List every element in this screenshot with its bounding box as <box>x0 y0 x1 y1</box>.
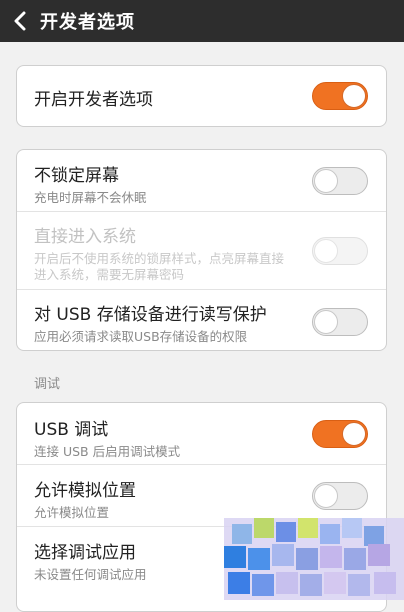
screen-settings-card: 不锁定屏幕 充电时屏幕不会休眠 直接进入系统 开启后不使用系统的锁屏样式，点亮屏… <box>16 149 387 351</box>
toggle-knob <box>314 168 338 193</box>
direct-boot-desc: 开启后不使用系统的锁屏样式，点亮屏幕直接进入系统，需要无屏幕密码 <box>34 251 285 282</box>
usb-storage-protect-toggle[interactable] <box>312 308 368 336</box>
mock-location-toggle[interactable] <box>312 481 368 510</box>
chevron-left-icon <box>14 11 26 31</box>
title-bar: 开发者选项 <box>0 0 404 42</box>
enable-developer-label: 开启开发者选项 <box>34 90 153 110</box>
back-button[interactable] <box>0 0 40 42</box>
debug-section-header: 调试 <box>34 377 61 392</box>
toggle-knob <box>342 84 366 108</box>
usb-debugging-label: USB 调试 <box>34 420 109 440</box>
stay-awake-toggle[interactable] <box>312 166 368 195</box>
developer-options-card: 开启开发者选项 <box>16 65 387 127</box>
stay-awake-desc: 充电时屏幕不会休眠 <box>34 190 147 205</box>
usb-storage-protect-row[interactable]: 对 USB 存储设备进行读写保护 应用必须请求读取USB存储设备的权限 <box>17 290 386 350</box>
page-title: 开发者选项 <box>40 12 135 33</box>
mock-location-label: 允许模拟位置 <box>34 481 136 501</box>
toggle-knob <box>342 421 366 446</box>
watermark-logo <box>224 518 404 600</box>
usb-debugging-desc: 连接 USB 后启用调试模式 <box>34 444 181 459</box>
direct-boot-label: 直接进入系统 <box>34 227 136 247</box>
enable-developer-toggle[interactable] <box>312 82 368 110</box>
toggle-knob <box>314 238 338 263</box>
toggle-knob <box>314 483 338 508</box>
toggle-knob <box>314 310 338 334</box>
usb-storage-protect-desc: 应用必须请求读取USB存储设备的权限 <box>34 329 248 344</box>
direct-boot-toggle <box>312 236 368 265</box>
direct-boot-row: 直接进入系统 开启后不使用系统的锁屏样式，点亮屏幕直接进入系统，需要无屏幕密码 <box>17 212 386 290</box>
usb-debugging-toggle[interactable] <box>312 419 368 448</box>
usb-storage-protect-label: 对 USB 存储设备进行读写保护 <box>34 305 267 325</box>
stay-awake-row[interactable]: 不锁定屏幕 充电时屏幕不会休眠 <box>17 150 386 212</box>
stay-awake-label: 不锁定屏幕 <box>34 166 119 186</box>
usb-debugging-row[interactable]: USB 调试 连接 USB 后启用调试模式 <box>17 403 386 465</box>
enable-developer-row[interactable]: 开启开发者选项 <box>17 66 386 126</box>
